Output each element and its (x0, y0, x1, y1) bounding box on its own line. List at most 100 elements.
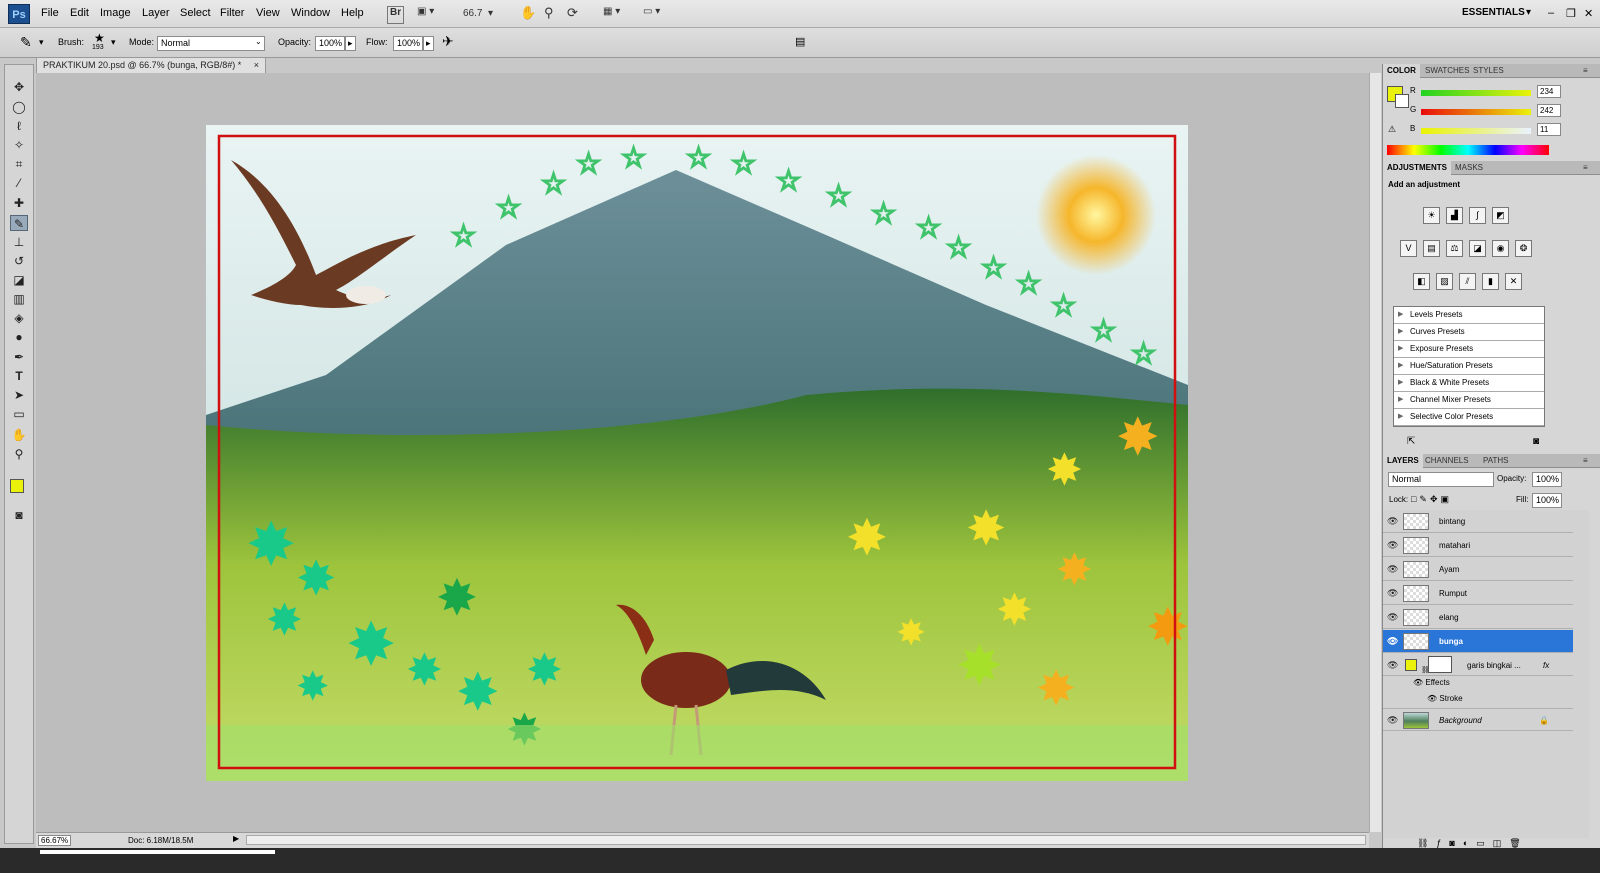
restore-icon[interactable]: ❐ (1566, 7, 1576, 20)
document-tab[interactable]: PRAKTIKUM 20.psd @ 66.7% (bunga, RGB/8#)… (36, 57, 266, 73)
photo-filter-icon[interactable]: ◉ (1492, 240, 1509, 257)
eye-icon[interactable]: 👁 (1427, 694, 1437, 703)
zoom-tool-icon[interactable]: ⚲ (544, 5, 554, 23)
magic-wand-icon[interactable]: ✧ (10, 137, 28, 153)
chevron-down-icon[interactable]: ▾ (111, 37, 116, 48)
flow-field[interactable]: 100% (393, 36, 423, 51)
eraser-tool-icon[interactable]: ◪ (10, 272, 28, 288)
blur-tool-icon[interactable]: ◈ (10, 310, 28, 326)
screen-mode-icon[interactable]: ▭ ▾ (643, 6, 660, 24)
horizontal-scrollbar[interactable] (246, 835, 1366, 845)
eye-icon[interactable]: 👁 (1387, 636, 1398, 646)
eye-icon[interactable]: 👁 (1387, 715, 1398, 725)
return-to-list-icon[interactable]: ⇱ (1407, 436, 1415, 447)
close-icon[interactable]: ✕ (1584, 7, 1593, 20)
status-zoom[interactable]: 66.67% (38, 835, 72, 846)
move-tool-icon[interactable]: ✥ (10, 79, 28, 95)
opacity-field[interactable]: 100% (315, 36, 345, 51)
layer-row-background[interactable]: 👁 Background 🔒 (1383, 708, 1573, 731)
gradient-map-icon[interactable]: ▮ (1482, 273, 1499, 290)
brush-tool-icon[interactable]: ✎ (10, 215, 28, 231)
quick-mask-icon[interactable]: ◙ (10, 507, 28, 523)
color-balance-icon[interactable]: ⚖ (1446, 240, 1463, 257)
zoom-tool-icon[interactable]: ⚲ (10, 446, 28, 462)
background-color-swatch[interactable] (1395, 94, 1409, 108)
chevron-down-icon[interactable]: ▾ (39, 37, 44, 48)
canvas-area[interactable]: ☆ ☆ ☆ ☆ ☆ ☆ ☆ ☆ ☆ ☆ ☆ ☆ ☆ ☆ ☆ ☆ ☆ ✸ ✸ ✸ … (36, 73, 1369, 832)
pen-tool-icon[interactable]: ✒ (10, 349, 28, 365)
tab-styles[interactable]: STYLES (1469, 64, 1508, 78)
b-value[interactable]: 11 (1537, 123, 1561, 136)
clone-stamp-icon[interactable]: ⊥ (10, 234, 28, 250)
crop-tool-icon[interactable]: ⌗ (10, 156, 28, 172)
layers-footer-icons[interactable]: ⛓ƒ◙◐▭◫🗑 (1383, 838, 1600, 848)
menu-layer[interactable]: Layer (142, 7, 170, 19)
brightness-icon[interactable]: ☀ (1423, 207, 1440, 224)
history-brush-icon[interactable]: ↺ (10, 253, 28, 269)
chevron-down-icon[interactable]: ▾ (488, 8, 493, 26)
marquee-tool-icon[interactable]: ◯ (10, 99, 28, 115)
zoom-level-dropdown[interactable]: 66.7 (463, 8, 482, 26)
preset-item[interactable]: Black & White Presets (1394, 375, 1544, 392)
preset-item[interactable]: Exposure Presets (1394, 341, 1544, 358)
preset-item[interactable]: Hue/Saturation Presets (1394, 358, 1544, 375)
tab-masks[interactable]: MASKS (1451, 161, 1487, 175)
exposure-icon[interactable]: ◩ (1492, 207, 1509, 224)
minimize-icon[interactable]: – (1548, 7, 1554, 19)
eye-icon[interactable]: 👁 (1387, 540, 1398, 550)
menu-help[interactable]: Help (341, 7, 364, 19)
layer-row[interactable]: 👁 Rumput (1383, 582, 1573, 605)
brush-preset-icon[interactable]: ★ (94, 31, 105, 45)
panel-menu-icon[interactable]: ≡ (1579, 64, 1592, 78)
green-slider[interactable] (1421, 109, 1531, 115)
layer-row[interactable]: 👁 elang (1383, 606, 1573, 629)
minibridge-icon[interactable]: ▣ ▾ (417, 6, 434, 24)
curves-icon[interactable]: ∫ (1469, 207, 1486, 224)
red-slider[interactable] (1421, 90, 1531, 96)
gradient-tool-icon[interactable]: ▥ (10, 291, 28, 307)
preset-item[interactable]: Selective Color Presets (1394, 409, 1544, 426)
fill-field[interactable]: 100% (1532, 493, 1562, 508)
layer-row[interactable]: 👁 ⛓ garis bingkai ... fx (1383, 654, 1573, 676)
foreground-color-swatch[interactable] (10, 479, 24, 493)
posterize-icon[interactable]: ▨ (1436, 273, 1453, 290)
tab-swatches[interactable]: SWATCHES (1421, 64, 1473, 78)
lock-icons[interactable]: □✎✥▣ (1411, 494, 1452, 505)
invert-icon[interactable]: ◧ (1413, 273, 1430, 290)
airbrush-icon[interactable]: ✈ (442, 33, 454, 50)
hand-tool-icon[interactable]: ✋ (520, 5, 536, 23)
tab-paths[interactable]: PATHS (1479, 454, 1512, 468)
chevron-down-icon[interactable]: ▾ (1526, 7, 1531, 18)
layer-row[interactable]: 👁 matahari (1383, 534, 1573, 557)
eye-icon[interactable]: 👁 (1387, 516, 1398, 526)
preset-item[interactable]: Levels Presets (1394, 307, 1544, 324)
eye-icon[interactable]: 👁 (1387, 660, 1398, 670)
menu-file[interactable]: File (41, 7, 59, 19)
menu-window[interactable]: Window (291, 7, 330, 19)
eye-icon[interactable]: 👁 (1387, 612, 1398, 622)
mode-select[interactable]: Normal (157, 36, 265, 51)
opacity-slider-arrow[interactable]: ▸ (345, 36, 356, 51)
tab-color[interactable]: COLOR (1383, 64, 1420, 78)
layer-row[interactable]: 👁 bintang (1383, 510, 1573, 533)
color-spectrum-bar[interactable] (1387, 145, 1549, 155)
dodge-tool-icon[interactable]: ● (10, 329, 28, 345)
type-tool-icon[interactable]: T (10, 368, 28, 384)
menu-filter[interactable]: Filter (220, 7, 244, 19)
brush-panel-icon[interactable]: ▤ (795, 35, 805, 48)
hue-saturation-icon[interactable]: ▤ (1423, 240, 1440, 257)
arrange-documents-icon[interactable]: ▦ ▾ (603, 6, 620, 24)
preset-item[interactable]: Channel Mixer Presets (1394, 392, 1544, 409)
path-selection-icon[interactable]: ➤ (10, 387, 28, 403)
tab-channels[interactable]: CHANNELS (1421, 454, 1473, 468)
shape-tool-icon[interactable]: ▭ (10, 406, 28, 422)
panel-menu-icon[interactable]: ≡ (1579, 454, 1592, 468)
rotate-view-icon[interactable]: ⟳ (567, 5, 578, 23)
eye-icon[interactable]: 👁 (1387, 588, 1398, 598)
threshold-icon[interactable]: ⫽ (1459, 273, 1476, 290)
channel-mixer-icon[interactable]: ❂ (1515, 240, 1532, 257)
black-white-icon[interactable]: ◪ (1469, 240, 1486, 257)
tab-adjustments[interactable]: ADJUSTMENTS (1383, 161, 1452, 175)
r-value[interactable]: 234 (1537, 85, 1561, 98)
menu-image[interactable]: Image (100, 7, 131, 19)
